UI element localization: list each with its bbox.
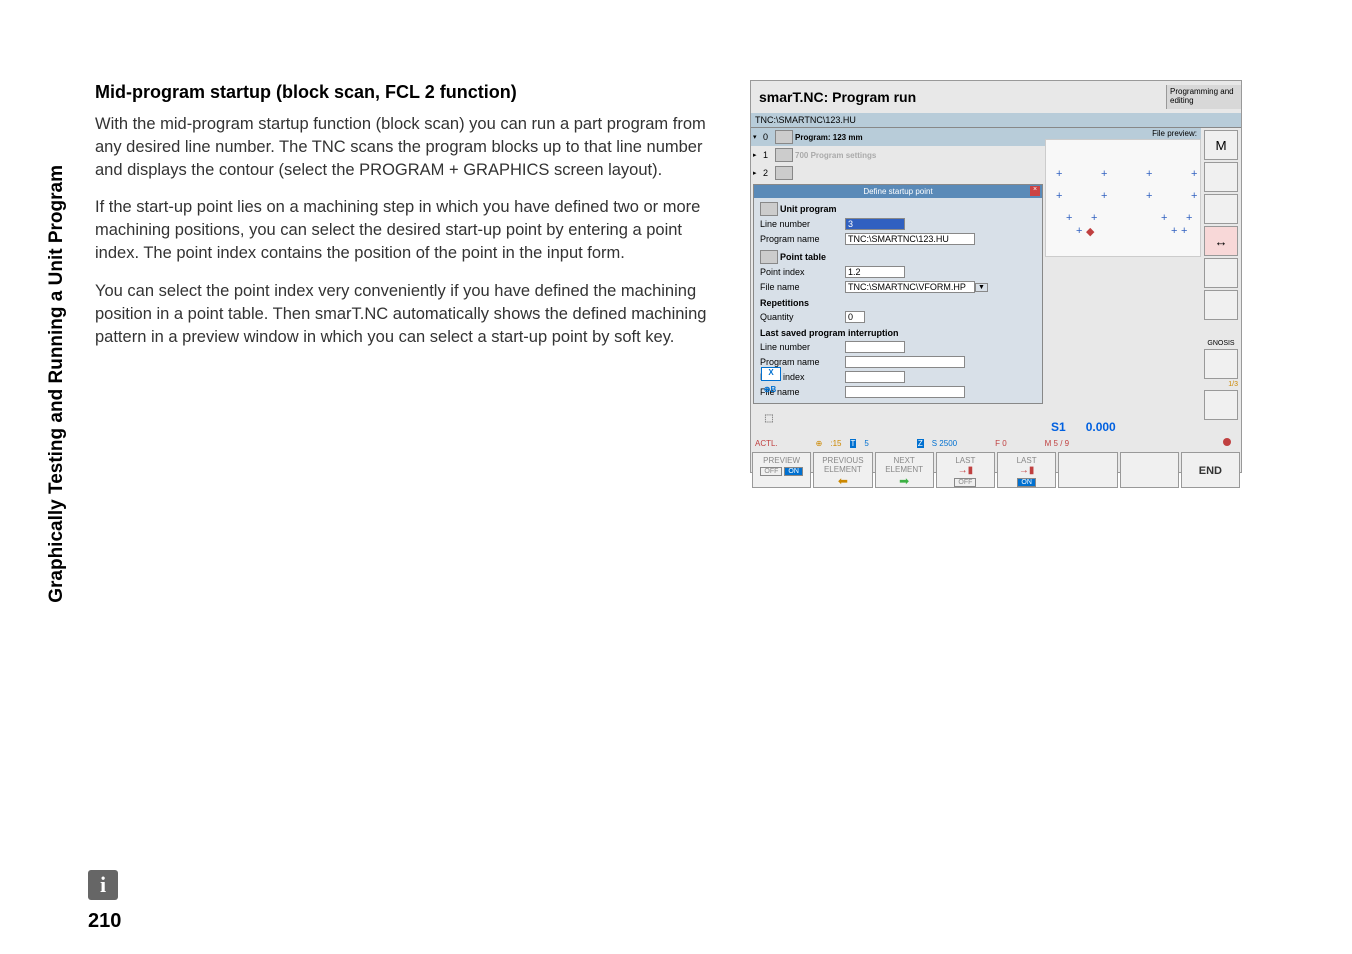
paragraph: If the start-up point lies on a machinin… bbox=[95, 196, 720, 265]
program-icon bbox=[775, 130, 793, 144]
tree-row[interactable]: ▸2 bbox=[751, 164, 1045, 182]
tree-row[interactable]: ▾0 Program: 123 mm bbox=[751, 128, 1045, 146]
point-index-label: Point index bbox=[760, 267, 845, 277]
quantity-label: Quantity bbox=[760, 312, 845, 322]
next-element-softkey[interactable]: NEXT ELEMENT ➡ bbox=[875, 452, 934, 488]
plus-icon: ⊕ bbox=[816, 439, 823, 448]
file-preview: + + + + + + + + + + + + + ◆ + + bbox=[1045, 139, 1201, 257]
line-number-label: Line number bbox=[760, 219, 845, 229]
unit-icon bbox=[775, 166, 793, 180]
startup-dialog: Define startup point × Unit program Line… bbox=[753, 184, 1043, 404]
diagnosis-label: GNOSIS bbox=[1201, 340, 1241, 347]
last-prog-input[interactable] bbox=[845, 356, 965, 368]
page-fraction: 1/3 bbox=[1201, 381, 1241, 388]
softkey-bar: PREVIEW OFFON PREVIOUS ELEMENT ⬅ NEXT EL… bbox=[751, 451, 1241, 489]
actl-label: ACTL. bbox=[755, 439, 778, 448]
preview-label: File preview: bbox=[1045, 128, 1201, 139]
point-index-input[interactable]: 1.2 bbox=[845, 266, 905, 278]
path-bar: TNC:\SMARTNC\123.HU bbox=[751, 113, 1241, 128]
file-name-input[interactable]: TNC:\SMARTNC\VFORM.HP bbox=[845, 281, 975, 293]
last-icon: →▮ bbox=[958, 465, 974, 476]
list-button[interactable] bbox=[1204, 390, 1238, 420]
title-bar: smarT.NC: Program run Programming and ed… bbox=[751, 81, 1241, 113]
cnc-screenshot: smarT.NC: Program run Programming and ed… bbox=[750, 80, 1242, 473]
prev-element-softkey[interactable]: PREVIOUS ELEMENT ⬅ bbox=[813, 452, 872, 488]
last-icon: →▮ bbox=[1019, 465, 1035, 476]
tree-row[interactable]: ▸1 700 Program settings bbox=[751, 146, 1045, 164]
dialog-title: Define startup point × bbox=[754, 185, 1042, 198]
m-label: M 5 / 9 bbox=[1045, 439, 1069, 448]
line-number-input[interactable]: 3 bbox=[845, 218, 905, 230]
mode-indicator[interactable]: Programming and editing bbox=[1166, 85, 1241, 109]
document-body: Mid-program startup (block scan, FCL 2 f… bbox=[95, 82, 720, 363]
empty-softkey[interactable] bbox=[1120, 452, 1179, 488]
paragraph: With the mid-program startup function (b… bbox=[95, 113, 720, 182]
sidebar-section-label: Graphically Testing and Running a Unit P… bbox=[45, 165, 70, 603]
status-row: S1 0.000 bbox=[751, 418, 1241, 436]
side-toolbar: M ↔ GNOSIS 1/3 bbox=[1201, 128, 1241, 418]
paragraph: You can select the point index very conv… bbox=[95, 280, 720, 349]
z-label: Z bbox=[917, 439, 924, 448]
tool2-button[interactable] bbox=[1204, 194, 1238, 224]
info-icon: i bbox=[88, 870, 118, 900]
section-heading: Mid-program startup (block scan, FCL 2 f… bbox=[95, 82, 720, 103]
arrow-right-icon: ➡ bbox=[899, 474, 909, 488]
status-indicator-icon bbox=[1223, 438, 1231, 446]
file-name-label: File name bbox=[760, 282, 845, 292]
last-off-softkey[interactable]: LAST →▮ OFF bbox=[936, 452, 995, 488]
feed-label: F 0 bbox=[995, 439, 1007, 448]
spindle-value: 0.000 bbox=[1086, 420, 1116, 434]
last-fn-input[interactable] bbox=[845, 386, 965, 398]
quantity-input[interactable]: 0 bbox=[845, 311, 865, 323]
preview-softkey[interactable]: PREVIEW OFFON bbox=[752, 452, 811, 488]
tool-t: T bbox=[850, 439, 857, 448]
m-button[interactable]: M bbox=[1204, 130, 1238, 160]
empty-softkey[interactable] bbox=[1058, 452, 1117, 488]
app-title: smarT.NC: Program run bbox=[751, 89, 1166, 105]
unit-program-icon bbox=[760, 202, 778, 216]
diag-button[interactable] bbox=[1204, 349, 1238, 379]
page-number: 210 bbox=[88, 910, 121, 933]
axis-button[interactable]: ↔ bbox=[1204, 226, 1238, 256]
point-table-icon bbox=[760, 250, 778, 264]
status-bar: ACTL. ⊕:15 T5 ZS 2500 F 0 M 5 / 9 bbox=[751, 436, 1241, 451]
dropdown-icon[interactable]: ▼ bbox=[975, 283, 988, 292]
last-on-softkey[interactable]: LAST →▮ ON bbox=[997, 452, 1056, 488]
blank-button[interactable] bbox=[1204, 290, 1238, 320]
last-pi-input[interactable] bbox=[845, 371, 905, 383]
settings-icon bbox=[775, 148, 793, 162]
program-name-label: Program name bbox=[760, 234, 845, 244]
end-softkey[interactable]: END bbox=[1181, 452, 1240, 488]
last-prog-label: Program name bbox=[760, 357, 845, 367]
program-name-input[interactable]: TNC:\SMARTNC\123.HU bbox=[845, 233, 975, 245]
last-line-label: Line number bbox=[760, 342, 845, 352]
b-axis-icon[interactable]: ⊕B bbox=[760, 385, 780, 399]
tool-button[interactable] bbox=[1204, 162, 1238, 192]
spindle-label: S1 bbox=[1051, 420, 1066, 434]
x-axis-icon[interactable]: X bbox=[761, 367, 781, 381]
position-icon[interactable]: ⬚ bbox=[759, 413, 779, 427]
scale-button[interactable] bbox=[1204, 258, 1238, 288]
arrow-left-icon: ⬅ bbox=[838, 474, 848, 488]
close-icon[interactable]: × bbox=[1030, 186, 1040, 196]
last-line-input[interactable] bbox=[845, 341, 905, 353]
